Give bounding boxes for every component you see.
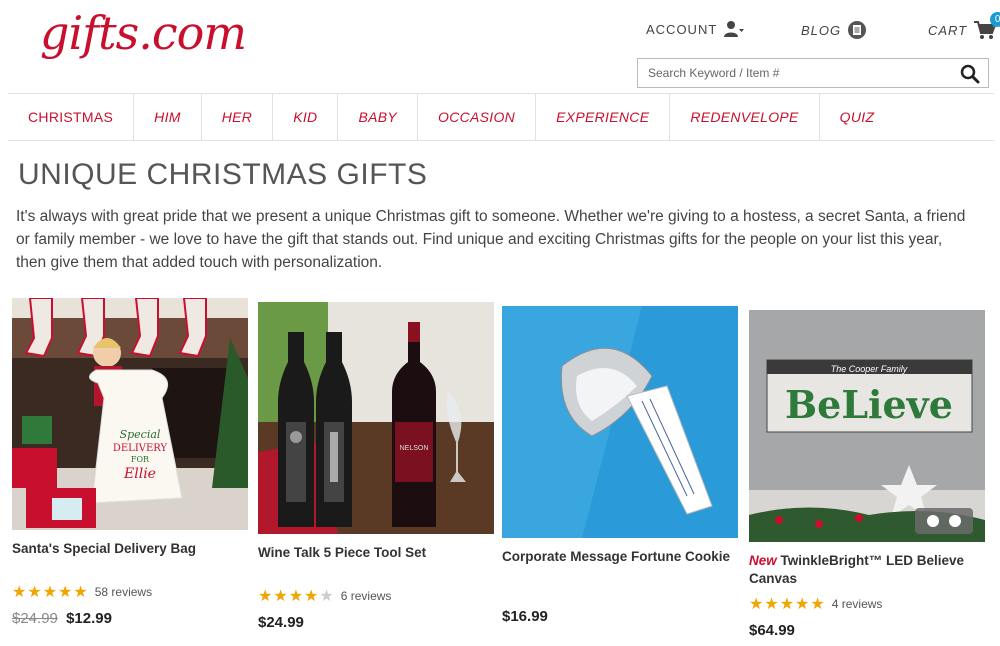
product-rating: ★★★★★ 6 reviews bbox=[258, 586, 494, 606]
svg-text:FOR: FOR bbox=[131, 455, 150, 464]
sale-price: $24.99 bbox=[258, 614, 304, 631]
sale-price: $12.99 bbox=[66, 610, 112, 627]
search-box bbox=[637, 58, 989, 88]
cart-icon: 0 bbox=[973, 12, 1000, 40]
blog-icon bbox=[847, 20, 867, 40]
new-badge: New bbox=[749, 553, 777, 568]
sale-price: $16.99 bbox=[502, 608, 548, 625]
nav-baby[interactable]: BABY bbox=[338, 94, 418, 140]
svg-text:Special: Special bbox=[120, 428, 161, 441]
svg-text:NELSON: NELSON bbox=[400, 445, 429, 452]
four-half-stars-icon: ★★★★★ bbox=[258, 588, 335, 605]
cart-label: CART bbox=[928, 22, 968, 38]
nav-experience[interactable]: EXPERIENCE bbox=[536, 94, 671, 140]
nav-occasion[interactable]: OCCASION bbox=[418, 94, 537, 140]
cart-link[interactable]: CART 0 bbox=[928, 12, 1000, 40]
page-title: UNIQUE CHRISTMAS GIFTS bbox=[18, 158, 428, 191]
svg-text:The Cooper Family: The Cooper Family bbox=[831, 364, 908, 374]
account-label: ACCOUNT bbox=[646, 21, 718, 37]
product-name[interactable]: New TwinkleBright™ LED Believe Canvas bbox=[749, 552, 985, 590]
nav-quiz[interactable]: QUIZ bbox=[820, 94, 895, 140]
nav-redenvelope[interactable]: REDENVELOPE bbox=[670, 94, 820, 140]
product-image-delivery-bag[interactable]: Special DELIVERY FOR Ellie bbox=[12, 298, 248, 530]
product-card[interactable]: The Cooper Family BeLieve New TwinkleBri… bbox=[749, 310, 985, 639]
product-name-text: TwinkleBright™ LED Believe Canvas bbox=[749, 553, 965, 586]
sale-price: $64.99 bbox=[749, 622, 795, 639]
svg-text:DELIVERY: DELIVERY bbox=[113, 443, 168, 454]
product-name[interactable]: Santa's Special Delivery Bag bbox=[12, 540, 248, 578]
five-stars-icon: ★★★★★ bbox=[749, 596, 826, 613]
blog-label: BLOG bbox=[801, 22, 842, 38]
original-price: $24.99 bbox=[12, 610, 58, 627]
product-price: $64.99 bbox=[749, 622, 985, 639]
nav-christmas[interactable]: CHRISTMAS bbox=[8, 94, 135, 140]
product-rating: ★★★★★ 58 reviews bbox=[12, 582, 248, 602]
review-count[interactable]: 58 reviews bbox=[95, 585, 152, 599]
product-price: $24.99 bbox=[258, 614, 494, 631]
product-price: $24.99 $12.99 bbox=[12, 610, 248, 627]
intro-text: It's always with great pride that we pre… bbox=[16, 208, 966, 271]
product-rating: ★★★★★ 4 reviews bbox=[749, 594, 985, 614]
main-nav: CHRISTMAS HIM HER KID BABY OCCASION EXPE… bbox=[8, 93, 994, 141]
product-image-believe-canvas[interactable]: The Cooper Family BeLieve bbox=[749, 310, 985, 542]
product-image-wine-tool-set[interactable]: NELSON bbox=[258, 302, 494, 534]
product-name[interactable]: Wine Talk 5 Piece Tool Set bbox=[258, 544, 494, 582]
person-icon bbox=[723, 20, 745, 38]
nav-her[interactable]: HER bbox=[202, 94, 274, 140]
product-image-fortune-cookie[interactable] bbox=[502, 306, 738, 538]
blog-link[interactable]: BLOG bbox=[801, 20, 867, 40]
account-link[interactable]: ACCOUNT bbox=[646, 20, 745, 38]
five-stars-icon: ★★★★★ bbox=[12, 584, 89, 601]
review-count[interactable]: 4 reviews bbox=[832, 597, 883, 611]
search-input[interactable] bbox=[646, 59, 950, 87]
page: gifts.com ACCOUNT BLOG CART 0 CHRISTMAS … bbox=[8, 0, 1000, 646]
product-card[interactable]: NELSON Wine Talk 5 Piece Tool Set ★★★★★ … bbox=[258, 302, 494, 631]
svg-text:BeLieve: BeLieve bbox=[785, 382, 953, 427]
nav-him[interactable]: HIM bbox=[134, 94, 202, 140]
nav-kid[interactable]: KID bbox=[273, 94, 339, 140]
product-name[interactable]: Corporate Message Fortune Cookie bbox=[502, 548, 738, 600]
cart-count-badge: 0 bbox=[990, 12, 1000, 27]
search-icon[interactable] bbox=[960, 64, 980, 84]
svg-text:Ellie: Ellie bbox=[123, 466, 156, 482]
gifts-logo[interactable]: gifts.com bbox=[40, 6, 247, 60]
product-card[interactable]: Special DELIVERY FOR Ellie Santa's Speci… bbox=[12, 298, 248, 627]
product-price: $16.99 bbox=[502, 608, 738, 625]
review-count[interactable]: 6 reviews bbox=[341, 589, 392, 603]
product-card[interactable]: Corporate Message Fortune Cookie $16.99 bbox=[502, 306, 738, 625]
